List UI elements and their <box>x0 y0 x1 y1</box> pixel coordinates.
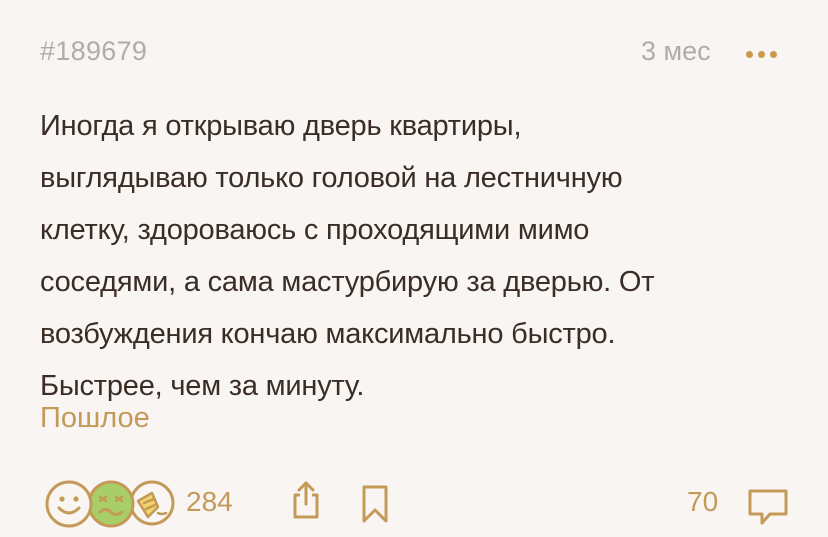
post-body-line: соседями, а сама мастурбирую за дверью. … <box>40 266 655 298</box>
reactions-button[interactable] <box>44 479 176 533</box>
dot-icon <box>746 50 753 58</box>
comment-icon[interactable] <box>746 487 790 527</box>
comments-count: 70 <box>687 486 719 517</box>
bookmark-icon[interactable] <box>359 484 391 524</box>
post-body-line: клетку, здороваюсь с проходящими мимо <box>40 214 590 246</box>
post-id: #189679 <box>40 36 148 66</box>
post-body-line: Иногда я открываю дверь квартиры, <box>40 110 522 142</box>
smile-emoji-icon <box>45 480 93 528</box>
more-options-button[interactable] <box>746 46 790 62</box>
post-age: 3 мес <box>641 36 711 66</box>
post-body-line: Быстрее, чем за минуту. <box>40 370 365 402</box>
post-body-line: возбуждения кончаю максимально быстро. <box>40 318 616 350</box>
post-tag[interactable]: Пошлое <box>40 402 150 435</box>
post-body: Иногда я открываю дверь квартиры, выгляд… <box>40 100 800 412</box>
share-icon[interactable] <box>291 479 321 521</box>
post-body-line: выглядываю только головой на лестничную <box>40 162 623 194</box>
dot-icon <box>758 50 765 58</box>
post-card: #189679 3 мес Иногда я открываю дверь кв… <box>0 0 828 537</box>
reactions-count: 284 <box>186 486 233 517</box>
dot-icon <box>770 50 777 58</box>
